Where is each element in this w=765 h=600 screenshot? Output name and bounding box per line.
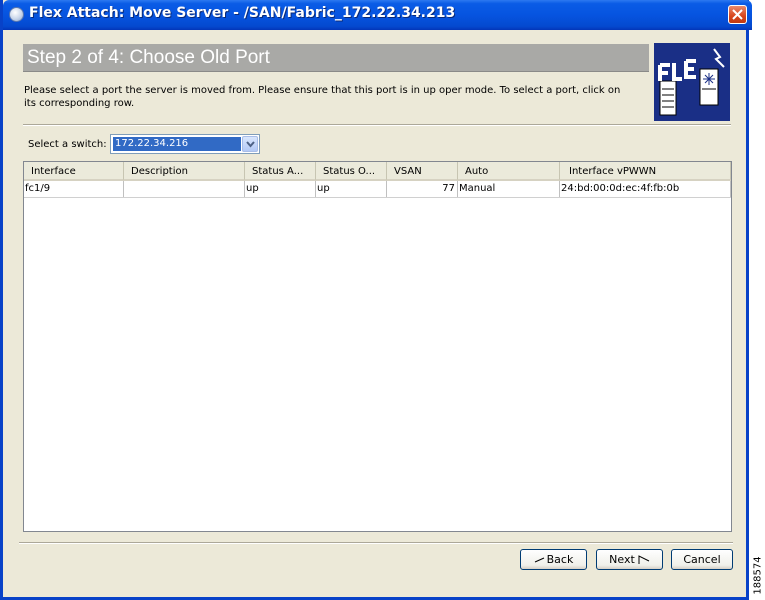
table-header: Interface Description Status A... Status…: [24, 162, 731, 181]
window-title: Flex Attach: Move Server - /SAN/Fabric_1…: [29, 5, 456, 21]
switch-select[interactable]: 172.22.34.216: [110, 134, 260, 154]
column-header-status-admin[interactable]: Status A...: [245, 162, 316, 181]
cell-vsan: 77: [387, 181, 458, 197]
back-button[interactable]: Back: [520, 549, 587, 570]
column-header-description[interactable]: Description: [124, 162, 245, 181]
cell-description: [124, 181, 245, 197]
next-arrow-icon: [638, 555, 650, 564]
ports-table[interactable]: Interface Description Status A... Status…: [23, 161, 732, 532]
column-header-auto[interactable]: Auto: [458, 162, 560, 181]
column-header-vpwwn[interactable]: Interface vPWWN: [560, 162, 731, 181]
cell-auto: Manual: [458, 181, 560, 197]
figure-id-text: 188574: [752, 556, 764, 595]
footer-divider: [19, 542, 733, 544]
next-button-label: Next: [609, 553, 635, 566]
step-title: Step 2 of 4: Choose Old Port: [27, 47, 270, 68]
switch-select-label: Select a switch:: [28, 139, 107, 150]
header-divider: [23, 124, 731, 126]
figure-id-label: 188574: [751, 556, 765, 600]
app-globe-icon: [9, 7, 24, 22]
cancel-button[interactable]: Cancel: [671, 549, 733, 570]
dialog-window: Flex Attach: Move Server - /SAN/Fabric_1…: [0, 0, 752, 600]
cell-interface: fc1/9: [24, 181, 124, 197]
close-icon: [732, 9, 743, 20]
dropdown-button[interactable]: [242, 136, 258, 152]
column-header-interface[interactable]: Interface: [24, 162, 124, 181]
back-button-label: Back: [546, 553, 574, 566]
flex-attach-logo: [654, 43, 730, 121]
cell-status-admin: up: [245, 181, 316, 197]
column-header-vsan[interactable]: VSAN: [387, 162, 458, 181]
title-bar[interactable]: Flex Attach: Move Server - /SAN/Fabric_1…: [3, 0, 752, 30]
instructions-text: Please select a port the server is moved…: [24, 85, 621, 109]
column-header-status-oper[interactable]: Status O...: [316, 162, 387, 181]
table-row[interactable]: fc1/9 up up 77 Manual 24:bd:00:0d:ec:4f:…: [24, 181, 731, 198]
cancel-button-label: Cancel: [683, 553, 721, 566]
next-button[interactable]: Next: [596, 549, 663, 570]
flex-logo-icon: [658, 48, 725, 116]
cell-vpwwn: 24:bd:00:0d:ec:4f:fb:0b: [560, 181, 731, 197]
step-header: Step 2 of 4: Choose Old Port: [23, 44, 649, 72]
back-arrow-icon: [534, 557, 544, 563]
cell-status-oper: up: [316, 181, 387, 197]
switch-select-value[interactable]: 172.22.34.216: [113, 137, 241, 151]
close-button[interactable]: [728, 5, 747, 24]
chevron-down-icon: [246, 141, 255, 148]
